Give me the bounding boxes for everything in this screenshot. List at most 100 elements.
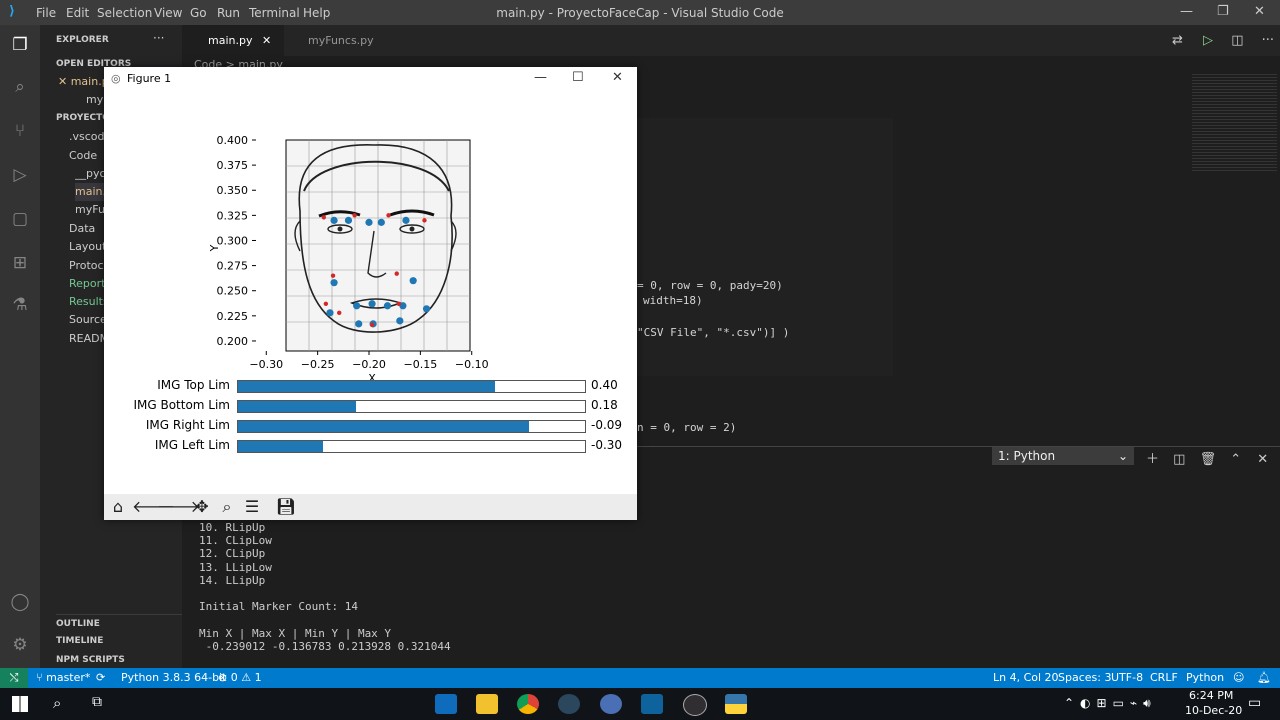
maximize-icon[interactable]: ❐ bbox=[1217, 4, 1229, 19]
terminal-select[interactable]: 1: Python ⌄ bbox=[992, 447, 1134, 465]
source-control-icon[interactable]: ⑂ bbox=[10, 121, 30, 141]
app-icon[interactable] bbox=[600, 694, 622, 714]
activity-bar: ❐ ⌕ ⑂ ▷ ▢ ⊞ ⚗ ◯ ⚙ bbox=[0, 25, 40, 668]
code-line: "CSV File", "*.csv")] ) bbox=[637, 326, 790, 339]
settings-gear-icon[interactable]: ⚙ bbox=[10, 635, 30, 655]
bell-icon[interactable]: 🔔︎ bbox=[1257, 671, 1271, 684]
steam-icon[interactable] bbox=[558, 694, 580, 714]
close-icon[interactable]: ✕ bbox=[262, 25, 271, 56]
remote-icon[interactable]: ⤭ bbox=[0, 668, 28, 688]
split-editor-icon[interactable]: ◫ bbox=[1231, 33, 1243, 48]
chevron-down-icon: ⌄ bbox=[1117, 449, 1128, 463]
pan-icon[interactable]: ✥ bbox=[191, 497, 213, 517]
terminal-select-label: 1: Python bbox=[998, 449, 1056, 463]
new-terminal-icon[interactable]: ＋ bbox=[1146, 452, 1159, 467]
y-tick-label: 0.250 bbox=[217, 285, 249, 298]
scatter-point bbox=[323, 301, 329, 306]
close-icon[interactable]: ✕ bbox=[58, 75, 71, 88]
minimize-icon[interactable]: — bbox=[1180, 4, 1193, 19]
testing-icon[interactable]: ⚗ bbox=[10, 295, 30, 315]
problems-status[interactable]: ⊗ 0 ⚠ 1 bbox=[218, 671, 262, 684]
python-icon[interactable] bbox=[725, 694, 747, 714]
menu-help[interactable]: Help bbox=[303, 6, 330, 20]
slider-left-lim[interactable] bbox=[237, 440, 586, 453]
encoding[interactable]: UTF-8 bbox=[1111, 671, 1143, 684]
menu-terminal[interactable]: Terminal bbox=[249, 6, 300, 20]
tab-main[interactable]: main.py ✕ bbox=[182, 25, 284, 56]
interpreter-status[interactable]: Python 3.8.3 64-bit bbox=[121, 671, 226, 684]
chrome-icon[interactable] bbox=[517, 694, 539, 714]
remote-explorer-icon[interactable]: ▢ bbox=[10, 209, 30, 229]
feedback-icon[interactable]: ☺ bbox=[1233, 671, 1244, 684]
menu-selection[interactable]: Selection bbox=[97, 6, 152, 20]
mail-icon[interactable] bbox=[435, 694, 457, 714]
minimize-icon[interactable]: — bbox=[534, 70, 547, 85]
close-panel-icon[interactable]: ✕ bbox=[1257, 452, 1268, 467]
x-tick-label: −0.15 bbox=[404, 358, 438, 371]
figure-window: ◎ Figure 1 — ☐ ✕ −0.30 −0.25 −0.20 −0.15… bbox=[104, 67, 637, 520]
menu-edit[interactable]: Edit bbox=[66, 6, 89, 20]
more-actions-icon[interactable]: ··· bbox=[153, 31, 164, 45]
clock-time[interactable]: 6:24 PM bbox=[1189, 689, 1233, 702]
slider-label: IMG Bottom Lim bbox=[133, 398, 230, 412]
terminal-line: 13. LLipLow bbox=[199, 561, 272, 574]
obs-icon[interactable] bbox=[683, 694, 707, 716]
language-mode[interactable]: Python bbox=[1186, 671, 1224, 684]
scatter-plot[interactable]: −0.30 −0.25 −0.20 −0.15 −0.10 0.200 0.225 0.25… bbox=[104, 91, 637, 391]
minimap[interactable] bbox=[1192, 72, 1277, 172]
split-terminal-icon[interactable]: ◫ bbox=[1173, 452, 1185, 467]
more-icon[interactable]: ··· bbox=[1262, 33, 1274, 48]
start-icon[interactable] bbox=[12, 696, 28, 712]
compare-icon[interactable]: ⇄ bbox=[1172, 33, 1183, 48]
configure-icon[interactable]: ☰ bbox=[241, 497, 263, 517]
forward-icon[interactable]: 🡒 bbox=[157, 497, 200, 517]
home-icon[interactable]: ⌂ bbox=[107, 497, 129, 517]
search-icon[interactable]: ⌕ bbox=[53, 694, 61, 712]
slider-value: -0.30 bbox=[591, 438, 623, 452]
zoom-icon[interactable]: ⌕ bbox=[216, 497, 238, 517]
maximize-icon[interactable]: ☐ bbox=[572, 70, 584, 85]
menu-file[interactable]: File bbox=[36, 6, 56, 20]
terminal-line: Initial Marker Count: 14 bbox=[199, 600, 358, 613]
menu-run[interactable]: Run bbox=[217, 6, 240, 20]
save-icon[interactable]: 💾︎ bbox=[275, 497, 297, 517]
y-tick-label: 0.300 bbox=[217, 234, 249, 247]
scatter-point bbox=[394, 271, 399, 276]
account-icon[interactable]: ◯ bbox=[10, 592, 30, 612]
menu-view[interactable]: View bbox=[154, 6, 182, 20]
terminal-line: -0.239012 -0.136783 0.213928 0.321044 bbox=[199, 640, 451, 653]
panel-actions: ＋ ◫ 🗑 ⌃ ✕ bbox=[1146, 448, 1268, 467]
extensions-icon[interactable]: ⊞ bbox=[10, 253, 30, 273]
close-icon[interactable]: ✕ bbox=[612, 70, 623, 85]
branch-status[interactable]: ⑂ master* bbox=[36, 671, 90, 684]
back-icon[interactable]: 🡐 bbox=[132, 497, 175, 517]
tab-myfuncs[interactable]: myFuncs.py bbox=[282, 25, 398, 56]
file-explorer-icon[interactable] bbox=[476, 694, 498, 714]
run-debug-icon[interactable]: ▷ bbox=[10, 165, 30, 185]
menu-go[interactable]: Go bbox=[190, 6, 207, 20]
vscode-icon[interactable] bbox=[641, 694, 663, 714]
task-view-icon[interactable]: ⧉ bbox=[92, 694, 102, 710]
chevron-up-icon[interactable]: ⌃ bbox=[1230, 452, 1241, 467]
clock-date[interactable]: 10-Dec-20 bbox=[1185, 704, 1242, 717]
run-icon[interactable]: ▷ bbox=[1203, 33, 1213, 48]
sync-icon[interactable]: ⟳ bbox=[96, 671, 105, 684]
npm-scripts-section[interactable]: NPM SCRIPTS bbox=[56, 651, 182, 668]
line-ending[interactable]: CRLF bbox=[1150, 671, 1178, 684]
x-tick-label: −0.25 bbox=[301, 358, 335, 371]
slider-top-lim[interactable] bbox=[237, 380, 586, 393]
title-bar: ⟩ File Edit Selection View Go Run Termin… bbox=[0, 0, 1280, 25]
search-icon[interactable]: ⌕ bbox=[10, 77, 30, 97]
cursor-position[interactable]: Ln 4, Col 20 bbox=[993, 671, 1059, 684]
notification-icon[interactable]: ▭ bbox=[1248, 695, 1261, 711]
explorer-icon[interactable]: ❐ bbox=[10, 35, 30, 55]
trash-icon[interactable]: 🗑 bbox=[1200, 452, 1217, 467]
y-tick-label: 0.200 bbox=[217, 335, 249, 348]
timeline-section[interactable]: TIMELINE bbox=[56, 632, 182, 650]
slider-bottom-lim[interactable] bbox=[237, 400, 586, 413]
close-icon[interactable]: ✕ bbox=[1254, 4, 1265, 19]
outline-section[interactable]: OUTLINE bbox=[56, 614, 182, 633]
indentation[interactable]: Spaces: 3 bbox=[1058, 671, 1111, 684]
slider-right-lim[interactable] bbox=[237, 420, 586, 433]
face-image bbox=[285, 139, 471, 352]
